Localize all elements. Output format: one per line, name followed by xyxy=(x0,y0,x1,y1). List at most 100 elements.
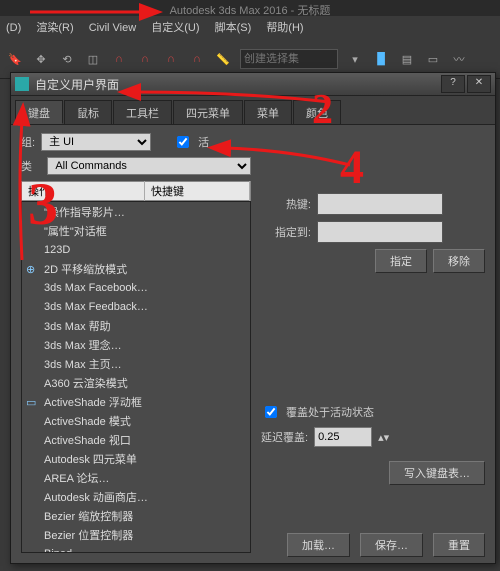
item-icon xyxy=(26,320,40,332)
write-table-button[interactable]: 写入键盘表… xyxy=(389,461,485,485)
list-item[interactable]: AREA 论坛… xyxy=(22,468,250,487)
item-label: 3ds Max 理念… xyxy=(44,337,122,353)
main-menu-bar: (D) 渲染(R) Civil View 自定义(U) 脚本(S) 帮助(H) xyxy=(0,16,500,40)
list-item[interactable]: Bezier 位置控制器 xyxy=(22,525,250,544)
item-label: Autodesk 四元菜单 xyxy=(44,451,137,467)
dialog-titlebar: 自定义用户界面 ? ✕ xyxy=(11,73,495,96)
snap4-icon[interactable]: ∩ xyxy=(188,50,206,68)
snap2-icon[interactable]: ∩ xyxy=(136,50,154,68)
item-label: Biped xyxy=(44,548,72,554)
menu-script[interactable]: 脚本(S) xyxy=(215,22,252,34)
list-item[interactable]: Autodesk 四元菜单 xyxy=(22,449,250,468)
col-action[interactable]: 操作 xyxy=(22,181,145,201)
selection-set-input[interactable] xyxy=(240,49,338,69)
snap1-icon[interactable]: ∩ xyxy=(110,50,128,68)
item-label: 3ds Max 帮助 xyxy=(44,318,111,334)
item-icon xyxy=(26,453,40,465)
action-list[interactable]: "操作指导影片… "属性"对话框 123D ⊕ 2D 平移缩放模式 3ds Max Fac… xyxy=(21,201,251,553)
layers-icon[interactable]: ▭ xyxy=(424,50,442,68)
menu-d[interactable]: (D) xyxy=(6,22,21,34)
item-label: Bezier 位置控制器 xyxy=(44,527,133,543)
item-icon xyxy=(26,377,40,389)
align-icon[interactable]: ▤ xyxy=(398,50,416,68)
menu-render[interactable]: 渲染(R) xyxy=(36,22,73,34)
scale-icon[interactable]: ◫ xyxy=(84,50,102,68)
active-checkbox[interactable] xyxy=(177,136,189,148)
item-icon xyxy=(26,529,40,541)
bookmark-icon[interactable]: 🔖 xyxy=(6,50,24,68)
menu-civil[interactable]: Civil View xyxy=(89,22,136,34)
item-icon: ⊕ xyxy=(26,263,40,275)
hotkey-input[interactable] xyxy=(317,193,443,215)
list-item[interactable]: Bezier 缩放控制器 xyxy=(22,506,250,525)
remove-button[interactable]: 移除 xyxy=(433,249,485,273)
list-item[interactable]: ⊕ 2D 平移缩放模式 xyxy=(22,259,250,278)
assign-button[interactable]: 指定 xyxy=(375,249,427,273)
list-item[interactable]: Autodesk 动画商店… xyxy=(22,487,250,506)
spinner-icon[interactable]: ▴▾ xyxy=(378,431,389,444)
group-label: 组: xyxy=(21,134,35,150)
list-item[interactable]: 3ds Max 主页… xyxy=(22,354,250,373)
dialog-tabs: 键盘 鼠标 工具栏 四元菜单 菜单 颜色 xyxy=(11,96,495,125)
rotate-icon[interactable]: ⟲ xyxy=(58,50,76,68)
mirror-icon[interactable]: ▐▌ xyxy=(372,50,390,68)
list-item[interactable]: A360 云渲染模式 xyxy=(22,373,250,392)
item-icon xyxy=(26,206,40,218)
item-label: Bezier 缩放控制器 xyxy=(44,508,133,524)
curve-icon[interactable]: 〰 xyxy=(450,50,468,68)
list-item[interactable]: Biped xyxy=(22,544,250,553)
chevron-down-icon[interactable]: ▾ xyxy=(346,50,364,68)
item-icon xyxy=(26,225,40,237)
list-item[interactable]: 3ds Max Feedback… xyxy=(22,297,250,316)
item-label: 123D xyxy=(44,244,70,256)
item-icon xyxy=(26,301,40,313)
list-item[interactable]: 3ds Max Facebook… xyxy=(22,278,250,297)
assign-to-label: 指定到: xyxy=(261,224,311,240)
tab-mouse[interactable]: 鼠标 xyxy=(64,100,112,124)
tab-menu[interactable]: 菜单 xyxy=(244,100,292,124)
reset-button[interactable]: 重置 xyxy=(433,533,485,557)
override-label: 覆盖处于活动状态 xyxy=(286,404,374,420)
list-item[interactable]: ActiveShade 模式 xyxy=(22,411,250,430)
group-select[interactable]: 主 UI xyxy=(41,133,151,151)
list-item[interactable]: 3ds Max 理念… xyxy=(22,335,250,354)
category-select[interactable]: All Commands xyxy=(47,157,251,175)
save-button[interactable]: 保存… xyxy=(360,533,423,557)
ruler-icon[interactable]: 📏 xyxy=(214,50,232,68)
snap3-icon[interactable]: ∩ xyxy=(162,50,180,68)
move-icon[interactable]: ✥ xyxy=(32,50,50,68)
tab-color[interactable]: 颜色 xyxy=(293,100,341,124)
load-button[interactable]: 加载… xyxy=(287,533,350,557)
item-label: 3ds Max 主页… xyxy=(44,356,122,372)
hotkey-label: 热键: xyxy=(261,196,311,212)
item-icon xyxy=(26,282,40,294)
list-item[interactable]: ActiveShade 视口 xyxy=(22,430,250,449)
list-item[interactable]: ▭ActiveShade 浮动框 xyxy=(22,392,250,411)
list-item[interactable]: 123D xyxy=(22,240,250,259)
list-item[interactable]: "操作指导影片… xyxy=(22,202,250,221)
close-button[interactable]: ✕ xyxy=(467,75,491,93)
item-icon xyxy=(26,415,40,427)
list-item[interactable]: "属性"对话框 xyxy=(22,221,250,240)
col-shortcut[interactable]: 快捷键 xyxy=(145,181,250,201)
item-icon xyxy=(26,244,40,256)
list-header: 操作 快捷键 xyxy=(21,181,251,201)
item-label: AREA 论坛… xyxy=(44,470,109,486)
menu-help[interactable]: 帮助(H) xyxy=(266,22,303,34)
assign-to-input[interactable] xyxy=(317,221,443,243)
delay-spinner[interactable] xyxy=(314,427,372,447)
item-icon xyxy=(26,434,40,446)
list-item[interactable]: 3ds Max 帮助 xyxy=(22,316,250,335)
tab-keyboard[interactable]: 键盘 xyxy=(15,100,63,124)
item-label: "属性"对话框 xyxy=(44,223,107,239)
item-icon xyxy=(26,358,40,370)
menu-customize[interactable]: 自定义(U) xyxy=(151,22,199,34)
tab-toolbar[interactable]: 工具栏 xyxy=(113,100,172,124)
override-checkbox[interactable] xyxy=(265,406,277,418)
app-title: Autodesk 3ds Max 2016 - 无标题 xyxy=(0,0,500,16)
item-label: ActiveShade 视口 xyxy=(44,432,131,448)
item-label: 2D 平移缩放模式 xyxy=(44,261,127,277)
tab-quad[interactable]: 四元菜单 xyxy=(173,100,243,124)
help-button[interactable]: ? xyxy=(441,75,465,93)
item-label: 3ds Max Facebook… xyxy=(44,282,148,294)
